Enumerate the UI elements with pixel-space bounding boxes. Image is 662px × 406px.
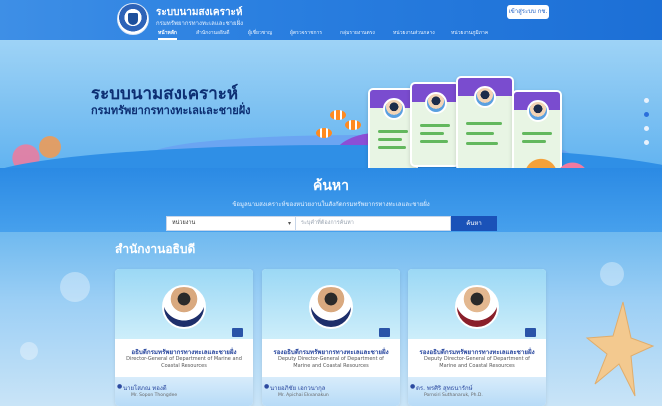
- executive-title-en: Deputy Director-General of Department of…: [424, 356, 530, 369]
- executive-name-en: Mr. Sopon Thongdee: [131, 393, 178, 398]
- executive-card[interactable]: รองอธิบดีกรมทรัพยากรทางทะเลและชายฝั่ง De…: [408, 269, 546, 406]
- clownfish-icon: [345, 120, 361, 130]
- carousel-dot[interactable]: [644, 98, 649, 103]
- main-nav: หน้าหลัก สำนักงานอธิบดี ผู้เชี่ยวชาญ ผู้…: [0, 28, 662, 40]
- profile-card-illustration: [410, 82, 460, 167]
- section-title: สำนักงานอธิบดี: [115, 242, 196, 256]
- search-title: ค้นหา: [312, 178, 350, 194]
- executive-card[interactable]: รองอธิบดีกรมทรัพยากรทางทะเลและชายฝั่ง De…: [262, 269, 400, 406]
- carousel-dots: [644, 98, 649, 154]
- executive-photo: [455, 285, 499, 329]
- search-button[interactable]: ค้นหา: [451, 216, 497, 231]
- executive-name: ดร. พรศิริ สุทธนารักษ์: [416, 385, 473, 392]
- nav-item-inspectors[interactable]: ผู้ตรวจราชการ: [290, 28, 322, 40]
- nav-item-director-office[interactable]: สำนักงานอธิบดี: [196, 28, 229, 40]
- site-subtitle: กรมทรัพยากรทางทะเลและชายฝั่ง: [156, 20, 244, 27]
- department-badge-icon: [525, 328, 536, 337]
- category-select-value: หน่วยงาน: [172, 220, 196, 226]
- executive-photo: [309, 285, 353, 329]
- person-icon: ●: [410, 383, 416, 390]
- carousel-dot[interactable]: [644, 126, 649, 131]
- hero-subtitle: กรมทรัพยากรทางทะเลและชายฝั่ง: [91, 104, 251, 117]
- executive-title-en: Director-General of Department of Marine…: [126, 356, 242, 369]
- search-input[interactable]: ระบุคำที่ต้องการค้นหา: [296, 216, 451, 231]
- clownfish-icon: [330, 110, 346, 120]
- executive-name-en: Mr. Apichai Ekvanakun: [278, 393, 329, 398]
- starfish-icon: [585, 301, 655, 397]
- person-icon: ●: [264, 383, 270, 390]
- profile-card-illustration: [456, 76, 514, 171]
- nav-item-regional-units[interactable]: หน่วยงานภูมิภาค: [451, 28, 488, 40]
- executive-name: นายโสภณ ทองดี: [123, 385, 167, 392]
- nav-item-central-units[interactable]: หน่วยงานส่วนกลาง: [393, 28, 435, 40]
- department-badge-icon: [232, 328, 243, 337]
- executive-photo: [162, 285, 206, 329]
- search-description: ข้อมูลนามสงเคราะห์ของหน่วยงานในสังกัดกรม…: [232, 201, 430, 208]
- carousel-dot[interactable]: [644, 140, 649, 145]
- clownfish-icon: [316, 128, 332, 138]
- executive-card[interactable]: อธิบดีกรมทรัพยากรทางทะเลและชายฝั่ง Direc…: [115, 269, 253, 406]
- site-header: ระบบนามสงเคราะห์ กรมทรัพยากรทางทะเลและชา…: [0, 0, 662, 40]
- login-button[interactable]: เข้าสู่ระบบ กช.: [507, 5, 549, 19]
- carousel-dot-active[interactable]: [644, 112, 649, 117]
- person-icon: ●: [117, 383, 123, 390]
- department-badge-icon: [379, 328, 390, 337]
- executive-title-en: Deputy Director-General of Department of…: [278, 356, 384, 369]
- nav-item-direct-report[interactable]: กลุ่มรายงานตรง: [340, 28, 375, 40]
- chevron-down-icon: ▾: [287, 220, 291, 227]
- hero-banner: ระบบนามสงเคราะห์ กรมทรัพยากรทางทะเลและชา…: [0, 40, 662, 188]
- executive-name-en: Pornsiri Suthanaruk, Ph.D.: [424, 393, 483, 398]
- executive-name: นายอภิชัย เอกวนากุล: [270, 385, 326, 392]
- category-select[interactable]: หน่วยงาน ▾: [166, 216, 296, 231]
- nav-item-home[interactable]: หน้าหลัก: [158, 28, 177, 40]
- nav-item-experts[interactable]: ผู้เชี่ยวชาญ: [248, 28, 272, 40]
